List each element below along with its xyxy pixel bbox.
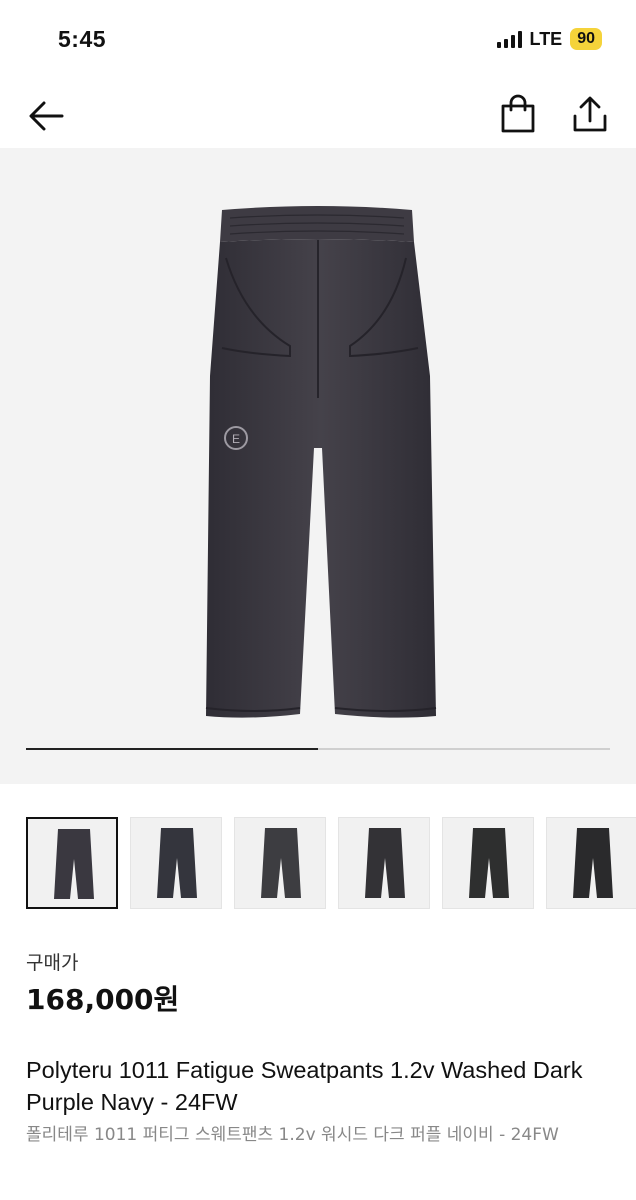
battery-badge: 90 [570,28,602,50]
thumbnail-4[interactable] [338,817,430,909]
product-subtitle: 폴리테루 1011 퍼티그 스웨트팬츠 1.2v 워시드 다크 퍼플 네이비 -… [26,1125,559,1145]
shopping-bag-button[interactable] [494,90,542,138]
thumbnail-image [573,828,613,898]
signal-icon [496,30,522,48]
status-bar: 5:45 LTE 90 [0,0,636,84]
share-button[interactable] [566,90,614,138]
thumbnail-6[interactable] [546,817,636,909]
svg-text:E: E [232,432,240,446]
thumbnail-2[interactable] [130,817,222,909]
product-title: Polyteru 1011 Fatigue Sweatpants 1.2v Wa… [26,1057,583,1115]
nav-bar [0,84,636,148]
thumbnail-image [261,828,301,898]
arrow-left-icon [29,101,64,131]
carousel-progress-fill [26,748,318,750]
thumbnail-3[interactable] [234,817,326,909]
back-button[interactable] [22,92,70,140]
price-value: 168,000원 [26,983,180,1016]
network-label: LTE [529,28,563,49]
share-icon [573,96,607,132]
thumbnail-1[interactable] [26,817,118,909]
shopping-bag-icon [501,94,535,133]
thumbnail-image [365,828,405,898]
product-image-carousel[interactable]: E [0,148,636,784]
thumbnail-5[interactable] [442,817,534,909]
status-time: 5:45 [58,26,107,52]
thumbnail-strip [26,817,636,909]
thumbnail-image [157,828,197,898]
price-label: 구매가 [26,952,79,974]
thumbnail-image [54,829,94,899]
status-indicators: LTE 90 [496,28,602,50]
carousel-progress-track [26,748,610,750]
product-image: E [205,206,437,718]
thumbnail-image [469,828,509,898]
